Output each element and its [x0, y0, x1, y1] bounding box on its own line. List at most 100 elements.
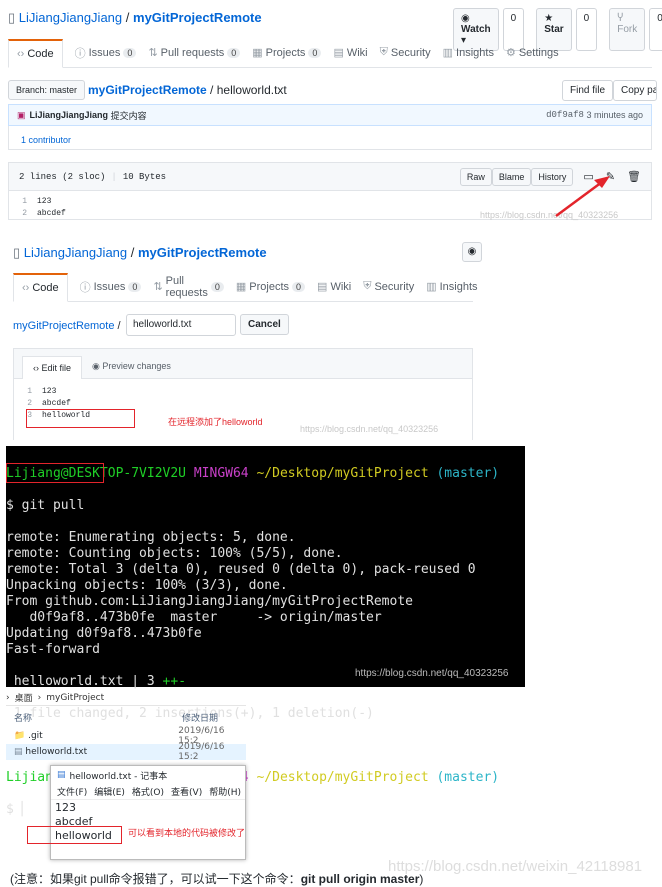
file-row[interactable]: ▤ helloworld.txt 2019/6/16 15:2 [6, 742, 246, 762]
notepad-line: 123 [55, 801, 76, 814]
menu-item[interactable]: 查看(V) [171, 785, 202, 798]
tab-insights[interactable]: ▥ Insights [426, 280, 478, 294]
owner-link[interactable]: LiJiangJiangJiang [24, 245, 127, 260]
tab-projects[interactable]: ▦ Projects 0 [252, 46, 322, 59]
gear-icon: ⚙ [505, 47, 516, 59]
output-line: Updating d0f9af8..473b0fe [6, 626, 202, 641]
panel-github-file-view: ▯ LiJiangJiangJiang / myGitProjectRemote… [0, 0, 662, 225]
output-line: remote: Enumerating objects: 5, done. [6, 530, 296, 545]
edit-file-tab[interactable]: ‹› Edit file [22, 356, 83, 379]
crumb-desktop[interactable]: 桌面 [15, 691, 33, 704]
repo-link[interactable]: myGitProjectRemote [138, 245, 267, 260]
command: git pull [21, 498, 85, 513]
tab-label: Wiki [346, 46, 368, 59]
file-date: 2019/6/16 15:2 [178, 742, 225, 762]
issue-icon: ⓘ [79, 281, 91, 294]
repo-link[interactable]: myGitProjectRemote [133, 10, 262, 25]
tab-label: Issues [93, 280, 126, 293]
filename-input[interactable]: helloworld.txt [126, 314, 236, 336]
breadcrumb: myGitProjectRemote / helloworld.txt [88, 83, 287, 97]
line-number[interactable]: 2 [9, 209, 37, 218]
tab-issues[interactable]: ⓘ Issues 0 [75, 45, 137, 61]
repo-tabs: ‹› Code ⓘ Issues 0 ⇅ Pull requests 0 ▦ Projects 0 ▤… [13, 272, 478, 302]
tab-count: 0 [308, 47, 322, 58]
graph-icon: ▥ [426, 281, 437, 293]
stat-file: helloworld.txt | 3 [6, 674, 163, 689]
project-icon: ▦ [252, 47, 263, 59]
red-arrow [555, 176, 610, 218]
menu-item[interactable]: 格式(O) [132, 785, 164, 798]
tab-count: 0 [292, 281, 306, 292]
folder-icon: 📁 [14, 731, 29, 741]
tab-code[interactable]: ‹› Code [13, 272, 68, 302]
watermark: https://blog.csdn.net/qq_40323256 [355, 668, 509, 679]
tab-label: Projects [249, 280, 290, 293]
file-label: .git [28, 731, 43, 741]
project-icon: ▦ [235, 281, 247, 293]
preview-tab[interactable]: ◉ Preview changes [82, 355, 181, 378]
contributor-link[interactable]: 1 contributor [21, 135, 71, 145]
pull-request-icon: ⇅ [148, 47, 158, 59]
tab-insights[interactable]: ▥ Insights [443, 46, 494, 60]
cancel-button[interactable]: Cancel [240, 314, 289, 335]
commit-message[interactable]: 提交内容 [111, 109, 147, 122]
menu-item[interactable]: 帮助(H) [209, 785, 241, 798]
crumb-folder[interactable]: myGitProject [46, 693, 104, 703]
tab-security[interactable]: ⛨ Security [380, 46, 431, 59]
menu-item[interactable]: 编辑(E) [94, 785, 125, 798]
repo-tabs: ‹› Code ⓘ Issues 0 ⇅ Pull requests 0 ▦ Projects 0 ▤… [8, 38, 652, 68]
line-number[interactable]: 2 [14, 399, 42, 408]
branch-select[interactable]: Branch: master [8, 80, 86, 100]
watermark: https://blog.csdn.net/qq_40323256 [300, 424, 439, 434]
notepad-menu: 文件(F) 编辑(E) 格式(O) 查看(V) 帮助(H) [51, 784, 245, 800]
line-number[interactable]: 1 [9, 197, 37, 206]
fork-icon: Ⴤ [617, 13, 624, 24]
breadcrumb-repo[interactable]: myGitProjectRemote [88, 83, 207, 97]
fork-label: Fork [617, 24, 638, 35]
text-file-icon: ▤ [14, 747, 26, 757]
footer-note: (注意：如果git pull命令报错了，可以试一下这个命令：git pull o… [10, 870, 423, 887]
tab-security[interactable]: ⛨ Security [363, 280, 414, 293]
raw-button[interactable]: Raw [459, 167, 492, 186]
output-line: remote: Counting objects: 100% (5/5), do… [6, 546, 343, 561]
copy-path-button[interactable]: Copy path [613, 80, 658, 101]
menu-item[interactable]: 文件(F) [57, 785, 87, 798]
tab-wiki[interactable]: ▤ Wiki [317, 280, 352, 294]
find-file-button[interactable]: Find file [562, 80, 614, 101]
address-bar[interactable]: › 桌面 › myGitProject [6, 690, 246, 706]
trash-icon[interactable]: 🗑 [627, 170, 641, 184]
watch-label: Watch [461, 24, 491, 35]
tab-projects[interactable]: ▦ Projects 0 [235, 280, 306, 293]
annotation: 可以看到本地的代码被修改了 [128, 828, 246, 838]
star-label: Star [544, 24, 564, 35]
tab-label: Projects [265, 46, 306, 59]
command-line: $ git pull [6, 498, 85, 513]
tab-pull-requests[interactable]: ⇅ Pull requests 0 [148, 46, 241, 59]
output-line: Unpacking objects: 100% (3/3), done. [6, 578, 288, 593]
blame-button[interactable]: Blame [491, 167, 532, 186]
star-icon: ★ [544, 13, 554, 24]
breadcrumb-repo[interactable]: myGitProjectRemote [13, 320, 114, 332]
tab-pull-requests[interactable]: ⇅ Pull requests 0 [153, 275, 224, 299]
branch-label: Branch: master [8, 80, 86, 100]
column-date[interactable]: 修改日期 [182, 711, 218, 724]
tab-settings[interactable]: ⚙ Settings [505, 46, 559, 60]
tab-label: Wiki [330, 280, 352, 293]
owner-link[interactable]: LiJiangJiangJiang [19, 10, 122, 25]
eye-icon[interactable]: ◉ [462, 242, 482, 262]
tab-issues[interactable]: ⓘ Issues 0 [80, 279, 142, 295]
line-number[interactable]: 1 [14, 387, 42, 396]
path-actions: Find file Copy path [562, 80, 658, 101]
column-name[interactable]: 名称 [6, 711, 182, 724]
tab-label: Insights [439, 280, 478, 293]
tab-label: Code [27, 47, 54, 60]
eye-icon: ◉ [461, 13, 470, 24]
code-icon: ‹› [17, 47, 25, 60]
code-line: 1 123 [14, 385, 472, 397]
commit-sha[interactable]: d0f9af8 [546, 110, 584, 120]
tab-code[interactable]: ‹› Code [8, 38, 63, 68]
commit-author[interactable]: LiJiangJiangJiang [30, 110, 109, 120]
tab-wiki[interactable]: ▤ Wiki [333, 46, 368, 60]
output-line: Fast-forward [6, 642, 100, 657]
annotation: 在远程添加了helloworld [168, 417, 263, 427]
